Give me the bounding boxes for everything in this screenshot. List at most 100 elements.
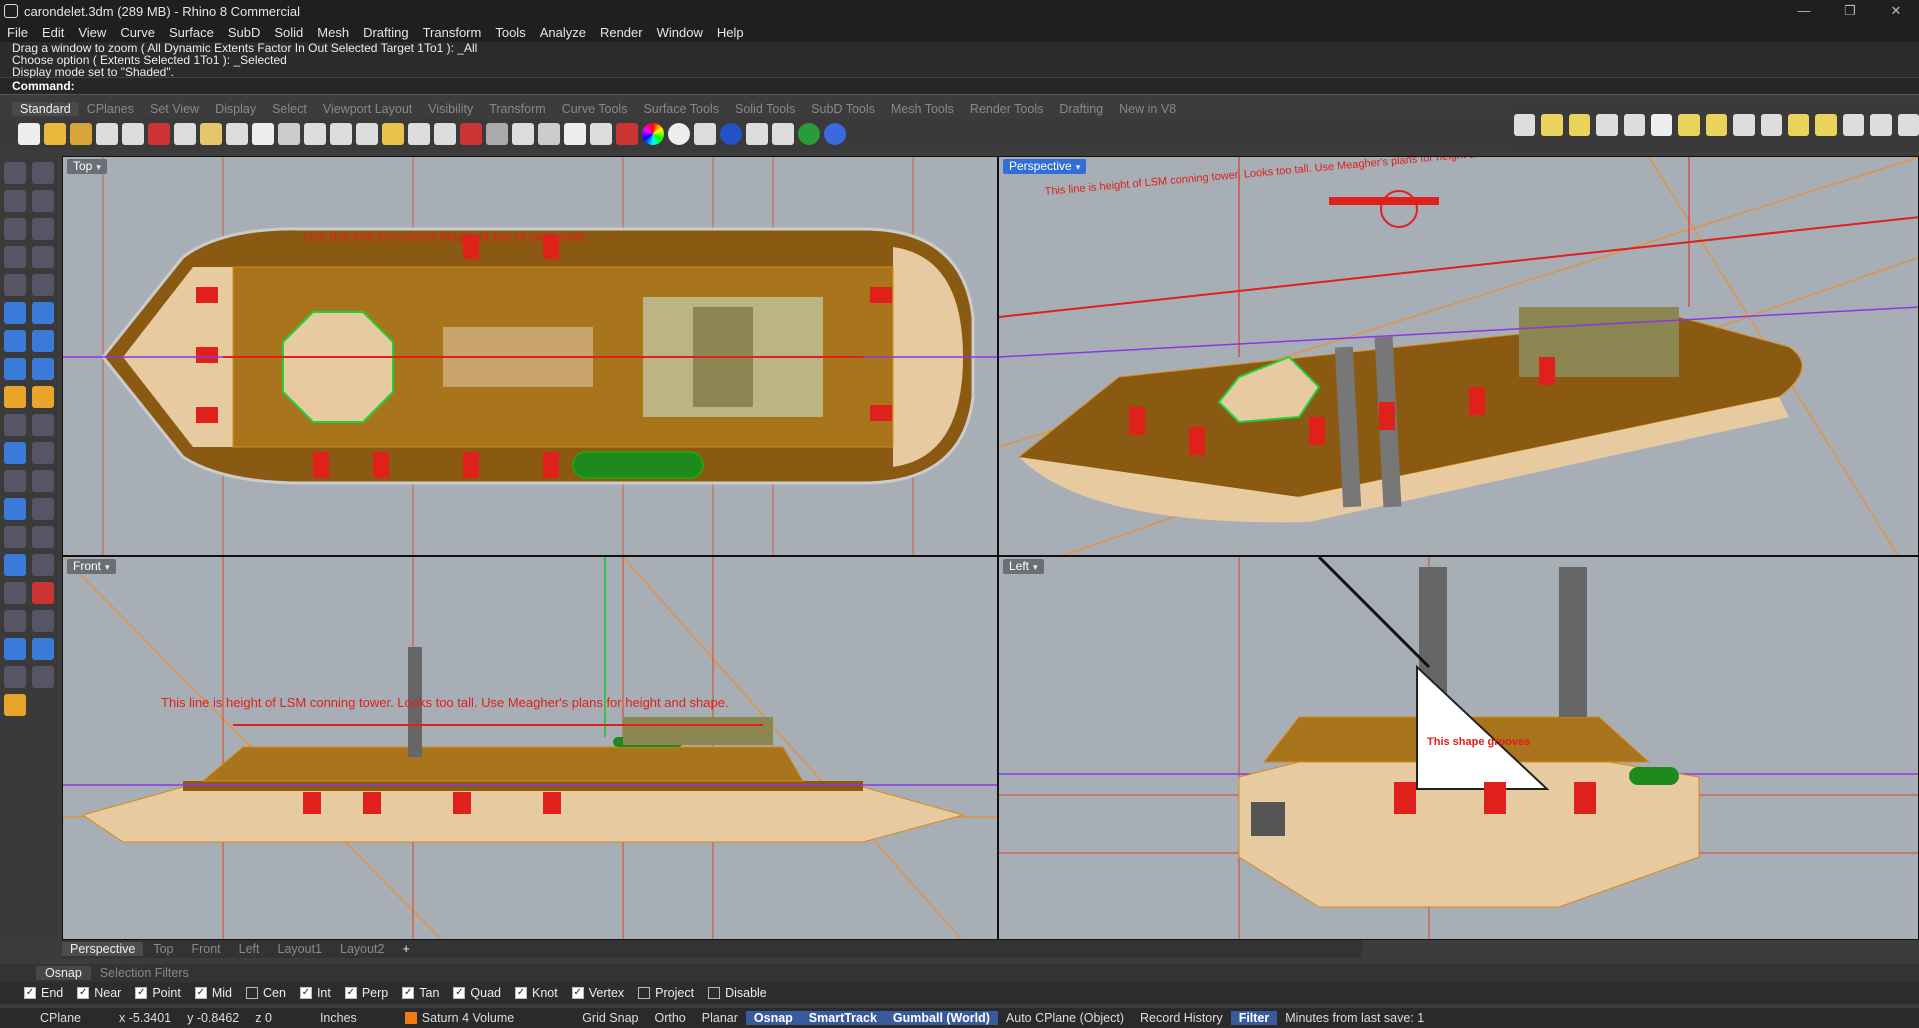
status-cplane[interactable]: CPlane: [0, 1011, 89, 1025]
point-icon[interactable]: [32, 162, 54, 184]
frame-select-icon[interactable]: [1815, 114, 1837, 136]
split-icon[interactable]: [4, 414, 26, 436]
cylinder-icon[interactable]: [4, 358, 26, 380]
cplane-icon[interactable]: [538, 123, 560, 145]
light-bulb-off-icon[interactable]: [1596, 114, 1618, 136]
menu-subd[interactable]: SubD: [221, 25, 268, 40]
tab-solid-tools[interactable]: Solid Tools: [727, 102, 803, 116]
gear-icon[interactable]: [1897, 114, 1919, 136]
four-viewports-icon[interactable]: [434, 123, 456, 145]
viewport-left-label[interactable]: Left ▾: [1003, 559, 1044, 574]
trim-icon[interactable]: [32, 414, 54, 436]
array-icon[interactable]: [4, 526, 26, 548]
tab-layout2[interactable]: Layout2: [332, 942, 392, 956]
viewport-top[interactable]: Use this line for correct height of top …: [62, 156, 998, 556]
undo-view-icon[interactable]: [408, 123, 430, 145]
command-prompt[interactable]: Command:: [0, 78, 1919, 95]
osnap-perp[interactable]: ✓ Perp: [344, 986, 388, 1000]
car-icon[interactable]: [460, 123, 482, 145]
help-icon[interactable]: [824, 123, 846, 145]
unlock-icon[interactable]: [1760, 114, 1783, 136]
save-icon[interactable]: [70, 123, 92, 145]
select-arrow-icon[interactable]: [4, 162, 26, 184]
fillet-curve-icon[interactable]: [32, 274, 54, 296]
tab-cplanes[interactable]: CPlanes: [79, 102, 142, 116]
curve-icon[interactable]: [32, 190, 54, 212]
undo-icon[interactable]: [226, 123, 248, 145]
dimension-icon[interactable]: [746, 123, 768, 145]
status-auto-cplane[interactable]: Auto CPlane (Object): [998, 1011, 1132, 1025]
tab-top[interactable]: Top: [145, 942, 181, 956]
status-filter[interactable]: Filter: [1230, 1011, 1278, 1025]
texture-icon[interactable]: [694, 123, 716, 145]
tab-subd-tools[interactable]: SubD Tools: [803, 102, 883, 116]
viewport-left[interactable]: This shape grooves Left ▾: [998, 556, 1919, 940]
viewport-top-label[interactable]: Top ▾: [67, 159, 107, 174]
frame-icon[interactable]: [1788, 114, 1810, 136]
sphere-icon[interactable]: [32, 358, 54, 380]
status-planar[interactable]: Planar: [694, 1011, 746, 1025]
tab-render-tools[interactable]: Render Tools: [962, 102, 1051, 116]
polygon-icon[interactable]: [4, 274, 26, 296]
color-wheel-icon[interactable]: [642, 123, 664, 145]
boolean-icon[interactable]: [4, 386, 26, 408]
osnap-quad[interactable]: ✓ Quad: [453, 986, 501, 1000]
rotate-view-icon[interactable]: [278, 123, 300, 145]
menu-file[interactable]: File: [0, 25, 35, 40]
menu-analyze[interactable]: Analyze: [533, 25, 593, 40]
menu-help[interactable]: Help: [710, 25, 751, 40]
rectangle-icon[interactable]: [32, 246, 54, 268]
paste-icon[interactable]: [200, 123, 222, 145]
pan-icon[interactable]: [252, 123, 274, 145]
osnap-int[interactable]: ✓ Int: [299, 986, 331, 1000]
layout-icon[interactable]: [32, 610, 54, 632]
viewport-front-label[interactable]: Front ▾: [67, 559, 116, 574]
osnap-cen[interactable]: Cen: [246, 986, 286, 1000]
cut-icon[interactable]: [148, 123, 170, 145]
analyze-icon[interactable]: [32, 582, 54, 604]
menu-solid[interactable]: Solid: [267, 25, 310, 40]
menu-edit[interactable]: Edit: [35, 25, 71, 40]
material-tool-icon[interactable]: [32, 666, 54, 688]
tab-perspective[interactable]: Perspective: [62, 942, 144, 956]
menu-view[interactable]: View: [71, 25, 113, 40]
light-icon[interactable]: [564, 123, 586, 145]
viewport-perspective-label[interactable]: Perspective ▾: [1003, 159, 1087, 174]
select-icon[interactable]: [512, 123, 534, 145]
mirror-icon[interactable]: [32, 526, 54, 548]
tab-selection-filters[interactable]: Selection Filters: [91, 966, 198, 980]
menu-surface[interactable]: Surface: [162, 25, 221, 40]
status-grid-snap[interactable]: Grid Snap: [574, 1011, 646, 1025]
ellipse-icon[interactable]: [32, 218, 54, 240]
osnap-disable[interactable]: Disable: [708, 986, 767, 1000]
tab-display[interactable]: Display: [207, 102, 264, 116]
osnap-end[interactable]: ✓ End: [24, 986, 63, 1000]
cage-icon[interactable]: [4, 638, 26, 660]
tab-visibility[interactable]: Visibility: [420, 102, 481, 116]
shaded-car-icon[interactable]: [486, 123, 508, 145]
check-icon[interactable]: [4, 666, 26, 688]
page-highlight-icon[interactable]: [1678, 114, 1700, 136]
circle-icon[interactable]: [4, 218, 26, 240]
light-bulb-icon[interactable]: [1514, 114, 1536, 136]
tab-set-view[interactable]: Set View: [142, 102, 207, 116]
tab-viewport-layout[interactable]: Viewport Layout: [315, 102, 420, 116]
light-bulb-select-icon[interactable]: [1568, 114, 1591, 136]
minimize-icon[interactable]: —: [1781, 3, 1827, 19]
tab-drafting[interactable]: Drafting: [1051, 102, 1111, 116]
tab-front[interactable]: Front: [183, 942, 228, 956]
extrude-icon[interactable]: [32, 302, 54, 324]
zoom-window-icon[interactable]: [330, 123, 352, 145]
tab-left[interactable]: Left: [231, 942, 268, 956]
group-icon[interactable]: [1870, 114, 1892, 136]
copy-icon[interactable]: [174, 123, 196, 145]
box-icon[interactable]: [4, 330, 26, 352]
zoom-extents-icon[interactable]: [356, 123, 378, 145]
column-icon[interactable]: [32, 554, 54, 576]
close-icon[interactable]: ✕: [1873, 3, 1919, 19]
osnap-near[interactable]: ✓ Near: [77, 986, 121, 1000]
menu-render[interactable]: Render: [593, 25, 650, 40]
globe-icon[interactable]: [798, 123, 820, 145]
fillet-edge-icon[interactable]: [32, 386, 54, 408]
explode-icon[interactable]: [4, 442, 26, 464]
